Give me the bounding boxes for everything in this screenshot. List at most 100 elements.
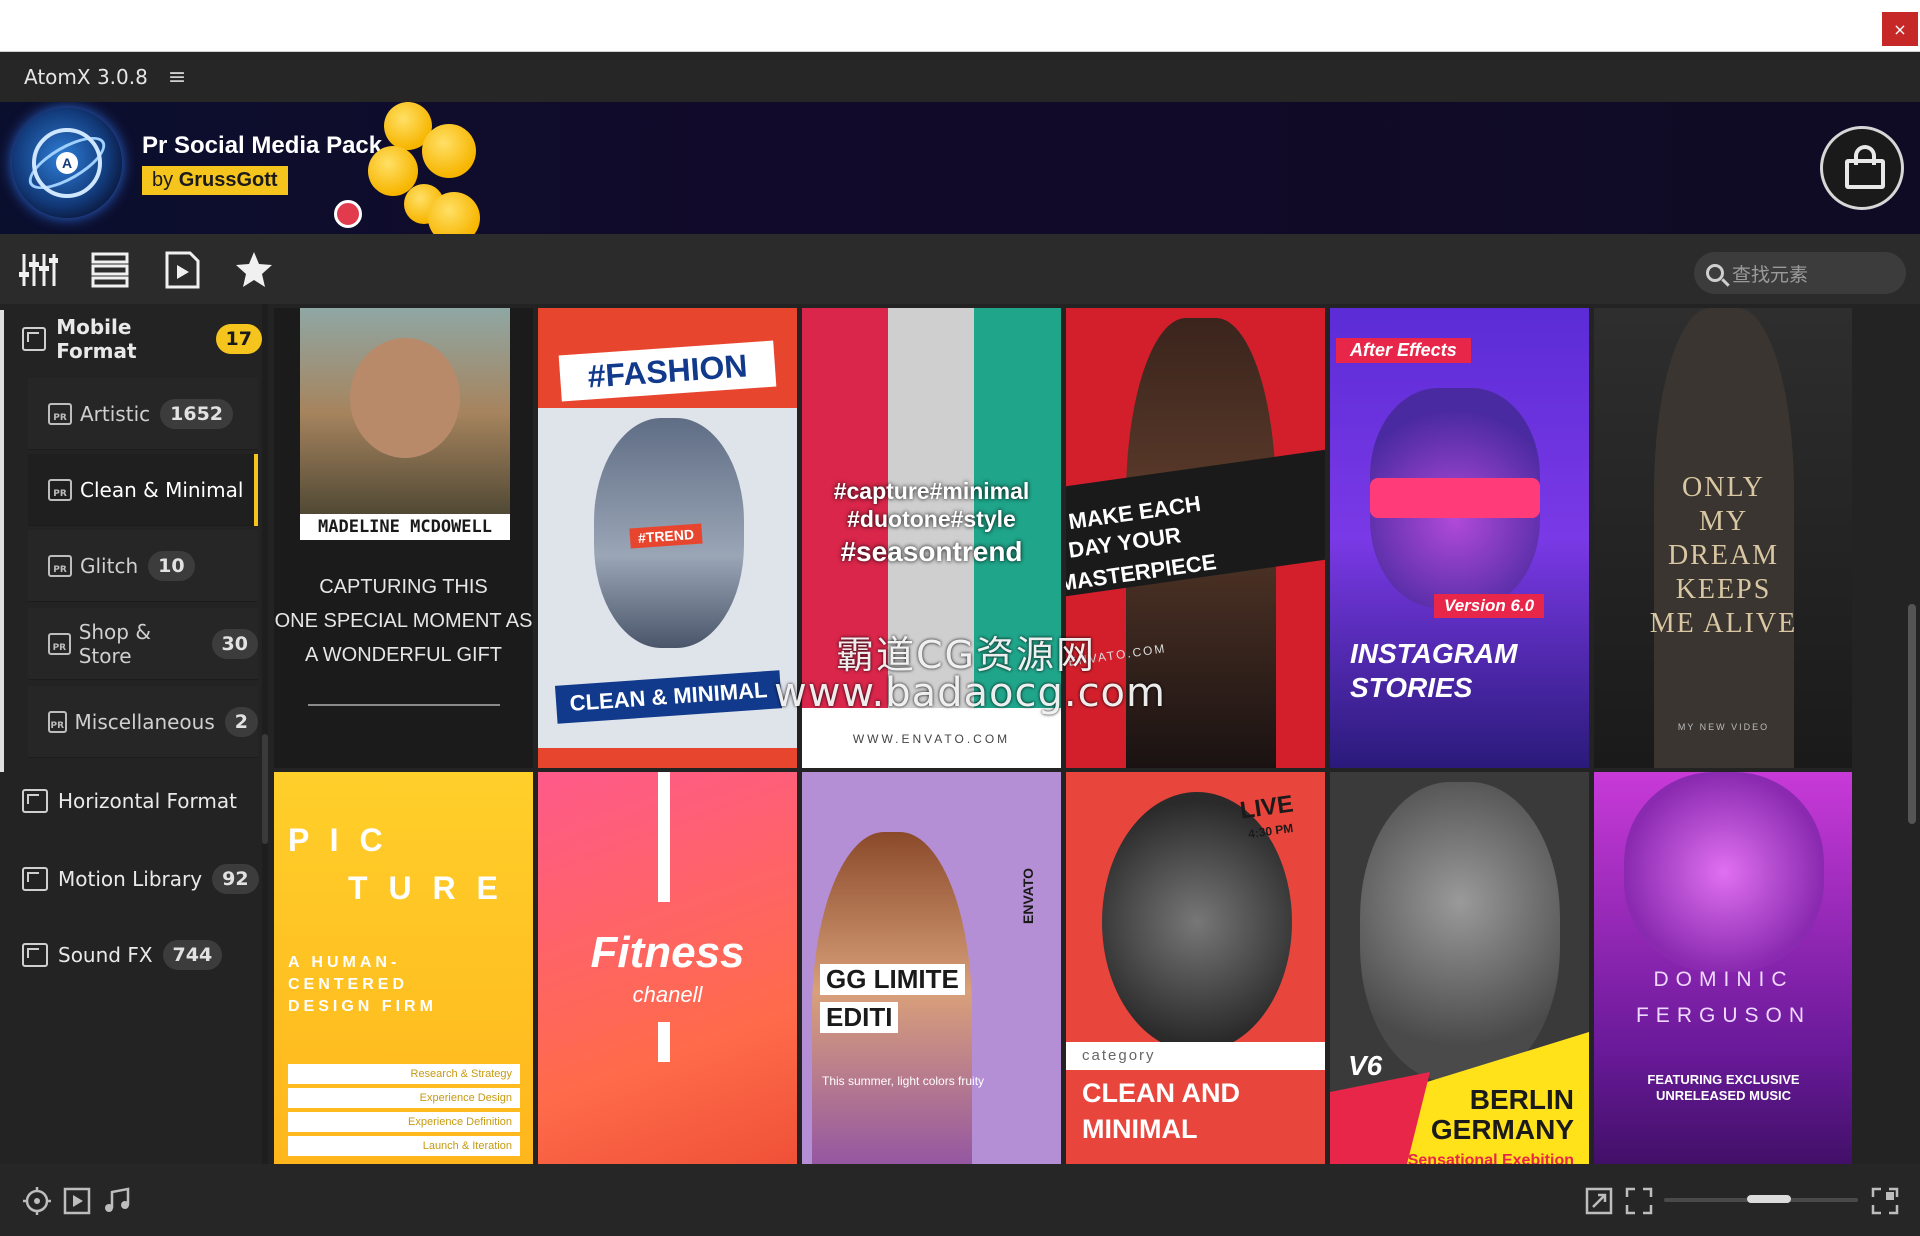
mixer-icon[interactable] <box>18 250 58 290</box>
category-motion-library[interactable]: Motion Library 92 <box>0 844 262 914</box>
template-tile[interactable]: ONLY MY DREAM KEEPS ME ALIVE MY NEW VIDE… <box>1594 308 1852 768</box>
template-tile[interactable]: MADELINE MCDOWELL CAPTURING THIS ONE SPE… <box>274 308 533 768</box>
tile-name: MADELINE MCDOWELL <box>300 514 510 540</box>
tile-text: BERLIN <box>1469 1084 1574 1115</box>
subcategory-miscellaneous[interactable]: PR Miscellaneous 2 <box>28 686 258 758</box>
template-tile[interactable]: #FASHION #TREND CLEAN & MINIMAL <box>538 308 797 768</box>
category-sound-fx[interactable]: Sound FX 744 <box>0 920 262 990</box>
category-label: Mobile Format <box>56 315 137 363</box>
title-bar: AtomX 3.0.8 ≡ <box>0 52 1920 102</box>
template-tile[interactable]: After Effects Version 6.0 INSTAGRAM STOR… <box>1330 308 1589 768</box>
slider-knob[interactable] <box>1746 1195 1791 1203</box>
subcategory-artistic[interactable]: PR Artistic 1652 <box>28 378 258 450</box>
tile-text: #capture#minimal <box>833 478 1030 504</box>
subcategory-shop-store[interactable]: PR Shop & Store 30 <box>28 608 258 680</box>
tile-text: CAPTURING THIS <box>319 576 488 598</box>
window-top-bar: × <box>0 0 1920 52</box>
list-icon[interactable] <box>90 250 130 290</box>
tile-text: V6 <box>1348 1050 1383 1081</box>
tile-text: STORIES <box>1350 672 1473 703</box>
grid-scrollbar[interactable] <box>1908 304 1916 1164</box>
tile-text: UNRELEASED MUSIC <box>1655 1088 1792 1103</box>
music-note-icon[interactable] <box>102 1186 132 1216</box>
subcategory-count: 1652 <box>160 398 234 429</box>
target-icon[interactable] <box>22 1186 52 1216</box>
tile-text: Launch & Iteration <box>288 1136 520 1156</box>
category-horizontal-format[interactable]: Horizontal Format <box>0 766 262 836</box>
scrollbar-thumb[interactable] <box>1908 604 1916 824</box>
tile-text: FERGUSON <box>1635 1004 1811 1027</box>
tile-text: A HUMAN- <box>288 954 401 971</box>
tile-text: #duotone#style <box>847 506 1016 532</box>
premiere-icon: PR <box>48 402 72 425</box>
subcategory-label: Clean & Minimal <box>80 477 244 502</box>
category-count: 17 <box>215 324 262 354</box>
pack-title: Pr Social Media Pack <box>142 132 383 159</box>
grid-size-icon[interactable] <box>1870 1186 1900 1216</box>
pack-author[interactable]: by GrussGott <box>142 166 288 195</box>
tile-text: category <box>1066 1042 1325 1070</box>
subcategory-clean-minimal[interactable]: PR Clean & Minimal <box>28 454 258 526</box>
category-mobile-format[interactable]: Mobile Format 17 <box>0 304 262 374</box>
tile-text: Fitness <box>590 928 745 977</box>
template-tile[interactable]: V6 BERLIN GERMANY Sensational Exebition <box>1330 772 1589 1216</box>
subcategory-count: 2 <box>224 706 258 737</box>
tile-text: ME ALIVE <box>1649 608 1798 639</box>
play-icon[interactable] <box>62 1186 92 1216</box>
sidebar-scrollbar[interactable] <box>262 304 268 1164</box>
tile-text: MY <box>1698 506 1749 537</box>
template-tile[interactable]: P I C T U R E A HUMAN- CENTERED DESIGN F… <box>274 772 533 1216</box>
tile-text: CLEAN AND <box>1082 1078 1240 1108</box>
tile-text: P I C <box>288 822 389 858</box>
tile-text: WWW.ENVATO.COM <box>852 732 1011 746</box>
folder-icon <box>22 867 48 891</box>
premiere-icon: PR <box>48 710 67 733</box>
tile-text: MINIMAL <box>1082 1114 1198 1144</box>
template-tile[interactable]: ENVATO GG LIMITE EDITI This summer, ligh… <box>802 772 1061 1216</box>
app-title: AtomX 3.0.8 <box>24 65 148 89</box>
tile-text: Version 6.0 <box>1434 594 1545 618</box>
folder-icon <box>22 943 48 967</box>
store-bag-button[interactable] <box>1820 126 1904 210</box>
tile-text: #FASHION <box>558 340 777 402</box>
app-window: AtomX 3.0.8 ≡ A Pr Social Media Pack by … <box>0 52 1920 1236</box>
tile-text: FEATURING EXCLUSIVE <box>1647 1072 1800 1087</box>
premiere-icon: PR <box>48 554 72 577</box>
category-label: Horizontal Format <box>58 789 237 813</box>
folder-icon <box>22 327 47 351</box>
atomx-logo[interactable]: A <box>12 108 122 218</box>
tile-text: CENTERED <box>288 976 409 993</box>
tile-text: EDITI <box>820 1002 899 1033</box>
subcategory-label: Artistic <box>80 401 151 426</box>
zoom-slider[interactable] <box>1664 1195 1858 1203</box>
category-label: Sound FX <box>58 943 153 967</box>
subcategory-glitch[interactable]: PR Glitch 10 <box>28 530 258 602</box>
toolbar: 查找元素 <box>0 234 1920 304</box>
tile-text: T U R E <box>348 870 504 906</box>
tile-text: chanell <box>632 982 703 1007</box>
search-box[interactable]: 查找元素 <box>1694 252 1906 294</box>
tile-text: DREAM <box>1667 540 1780 571</box>
subcategory-count: 30 <box>211 628 258 659</box>
subcategory-label: Miscellaneous <box>74 709 215 734</box>
template-tile[interactable]: LIVE 4:30 PM category CLEAN AND MINIMAL <box>1066 772 1325 1216</box>
media-file-icon[interactable] <box>162 250 202 290</box>
hamburger-menu-icon[interactable]: ≡ <box>168 65 186 90</box>
tile-text: INSTAGRAM <box>1350 638 1518 669</box>
tile-text: DOMINIC <box>1653 968 1794 991</box>
premiere-icon: PR <box>48 478 72 501</box>
star-icon[interactable] <box>234 250 274 290</box>
sidebar: Mobile Format 17 PR Artistic 1652 PR Cle… <box>0 304 270 1164</box>
tile-text: Research & Strategy <box>288 1064 520 1084</box>
close-button[interactable]: × <box>1882 12 1918 46</box>
expand-icon[interactable] <box>1584 1186 1614 1216</box>
category-count: 744 <box>162 940 223 970</box>
tile-text: After Effects <box>1336 338 1471 363</box>
active-indicator <box>254 454 258 526</box>
close-icon: × <box>1893 19 1907 39</box>
folder-icon <box>22 789 48 813</box>
fullscreen-icon[interactable] <box>1624 1186 1654 1216</box>
search-placeholder[interactable]: 查找元素 <box>1732 260 1808 287</box>
template-tile[interactable]: Fitness chanell <box>538 772 797 1216</box>
template-tile[interactable]: DOMINIC FERGUSON FEATURING EXCLUSIVE UNR… <box>1594 772 1852 1216</box>
